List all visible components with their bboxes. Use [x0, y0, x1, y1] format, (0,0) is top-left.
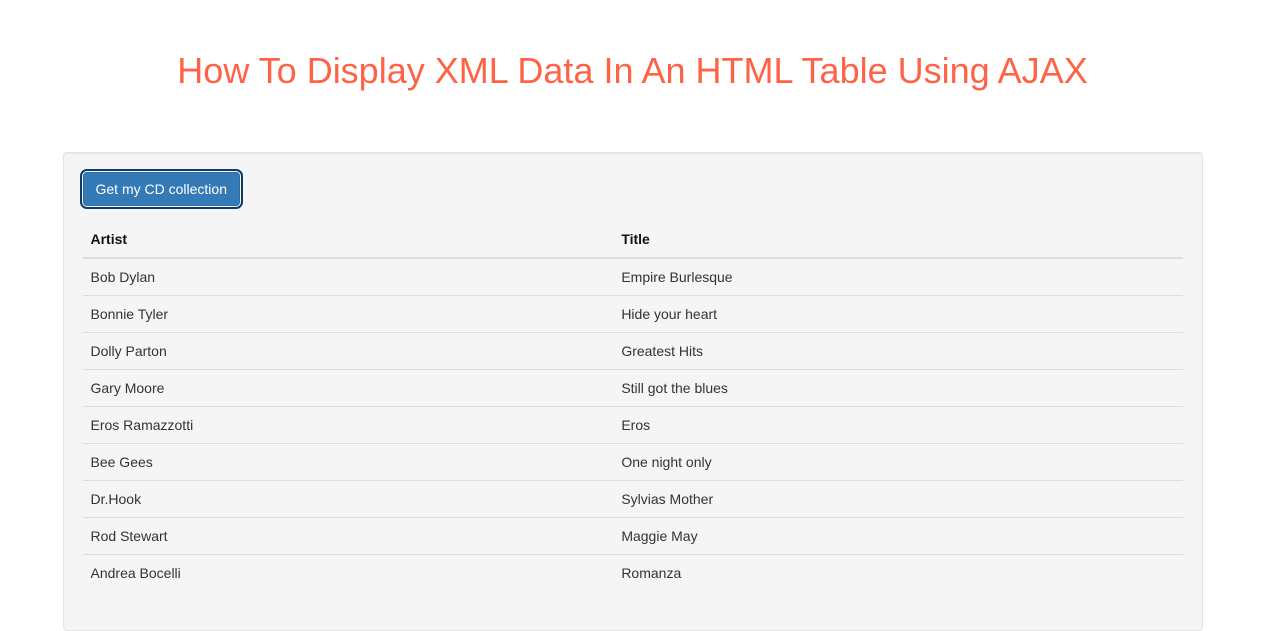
cd-table: Artist Title Bob Dylan Empire Burlesque …: [83, 221, 1183, 591]
table-row: Bee Gees One night only: [83, 444, 1183, 481]
title-cell: Hide your heart: [613, 296, 1182, 333]
page-title: How To Display XML Data In An HTML Table…: [20, 50, 1245, 92]
table-header-title: Title: [613, 221, 1182, 258]
artist-cell: Bonnie Tyler: [83, 296, 614, 333]
table-row: Bonnie Tyler Hide your heart: [83, 296, 1183, 333]
title-cell: One night only: [613, 444, 1182, 481]
title-cell: Maggie May: [613, 518, 1182, 555]
artist-cell: Bee Gees: [83, 444, 614, 481]
title-cell: Sylvias Mother: [613, 481, 1182, 518]
table-row: Bob Dylan Empire Burlesque: [83, 258, 1183, 296]
content-well: Get my CD collection Artist Title Bob Dy…: [63, 152, 1203, 631]
artist-cell: Gary Moore: [83, 370, 614, 407]
artist-cell: Andrea Bocelli: [83, 555, 614, 592]
table-header-artist: Artist: [83, 221, 614, 258]
title-cell: Still got the blues: [613, 370, 1182, 407]
table-row: Rod Stewart Maggie May: [83, 518, 1183, 555]
artist-cell: Eros Ramazzotti: [83, 407, 614, 444]
artist-cell: Bob Dylan: [83, 258, 614, 296]
artist-cell: Rod Stewart: [83, 518, 614, 555]
table-row: Eros Ramazzotti Eros: [83, 407, 1183, 444]
title-cell: Empire Burlesque: [613, 258, 1182, 296]
title-cell: Greatest Hits: [613, 333, 1182, 370]
table-row: Dr.Hook Sylvias Mother: [83, 481, 1183, 518]
title-cell: Romanza: [613, 555, 1182, 592]
table-row: Dolly Parton Greatest Hits: [83, 333, 1183, 370]
main-container: Get my CD collection Artist Title Bob Dy…: [63, 152, 1203, 631]
title-cell: Eros: [613, 407, 1182, 444]
table-row: Andrea Bocelli Romanza: [83, 555, 1183, 592]
get-cd-collection-button[interactable]: Get my CD collection: [83, 172, 240, 206]
table-row: Gary Moore Still got the blues: [83, 370, 1183, 407]
artist-cell: Dolly Parton: [83, 333, 614, 370]
artist-cell: Dr.Hook: [83, 481, 614, 518]
